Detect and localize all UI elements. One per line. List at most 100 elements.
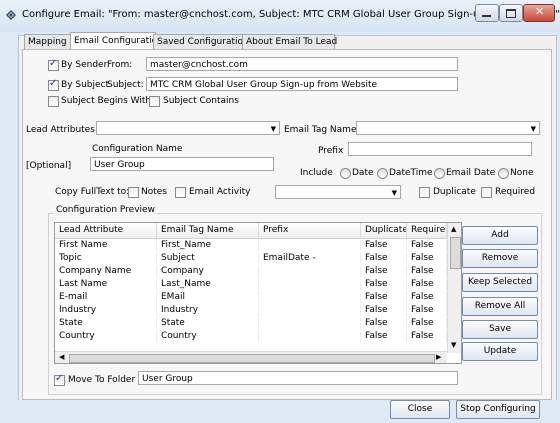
move-to-folder-field[interactable]: User Group xyxy=(138,371,458,385)
vertical-scrollbar[interactable]: ▲ ▼ xyxy=(447,223,461,353)
include-email-date-label: Email Date xyxy=(446,168,496,178)
table-cell xyxy=(259,318,361,329)
minimize-icon xyxy=(482,15,491,17)
table-row[interactable]: Topic Subject EmailDate - False False xyxy=(55,253,447,264)
maximize-button[interactable] xyxy=(499,4,523,22)
duplicate-checkbox[interactable] xyxy=(419,187,430,198)
email-activity-checkbox[interactable] xyxy=(175,187,186,198)
update-button[interactable]: Update xyxy=(462,342,538,361)
table-cell: False xyxy=(407,331,447,342)
remove-button[interactable]: Remove xyxy=(462,249,538,268)
scroll-down-icon[interactable]: ▼ xyxy=(451,341,456,349)
table-row[interactable]: Country Country False False xyxy=(55,331,447,342)
table-row[interactable]: State State False False xyxy=(55,318,447,329)
table-row[interactable]: First Name First_Name False False xyxy=(55,240,447,251)
subject-contains-checkbox[interactable] xyxy=(149,96,160,107)
by-sender-label: By Sender xyxy=(61,60,108,70)
from-label: From: xyxy=(107,60,133,70)
tab-about-email-to-lead[interactable]: About Email To Lead xyxy=(242,34,337,49)
table-cell: EmailDate - xyxy=(259,253,361,264)
add-button[interactable]: Add xyxy=(462,226,538,245)
table-cell: False xyxy=(361,266,407,277)
include-email-date-radio[interactable] xyxy=(434,168,445,179)
grid-header: Lead Attribute Email Tag Name Prefix Dup… xyxy=(55,223,447,239)
table-cell: False xyxy=(407,292,447,303)
notes-checkbox[interactable] xyxy=(128,187,139,198)
table-cell: Industry xyxy=(55,305,157,316)
lead-attributes-label: Lead Attributes xyxy=(26,125,95,135)
subject-begins-with-checkbox[interactable] xyxy=(48,96,59,107)
table-row[interactable]: Last Name Last_Name False False xyxy=(55,279,447,290)
hscroll-thumb[interactable] xyxy=(69,354,435,363)
copy-fulltext-combo[interactable]: ▼ xyxy=(275,185,401,199)
table-cell: False xyxy=(361,318,407,329)
keep-selected-button[interactable]: Keep Selected xyxy=(462,273,538,292)
scroll-thumb[interactable] xyxy=(450,237,461,269)
scroll-left-icon[interactable]: ◀ xyxy=(59,353,64,361)
include-datetime-radio[interactable] xyxy=(377,168,388,179)
table-cell: False xyxy=(407,318,447,329)
table-cell: Subject xyxy=(157,253,259,264)
table-cell xyxy=(259,266,361,277)
prefix-field[interactable] xyxy=(348,142,532,156)
table-cell: Industry xyxy=(157,305,259,316)
table-cell: False xyxy=(361,292,407,303)
table-cell: Last Name xyxy=(55,279,157,290)
move-to-folder-checkbox[interactable] xyxy=(54,373,65,386)
move-to-folder-label: Move To Folder xyxy=(68,375,136,385)
scroll-right-icon[interactable]: ▶ xyxy=(436,353,441,361)
table-cell: False xyxy=(407,240,447,251)
include-date-radio[interactable] xyxy=(340,168,351,179)
by-sender-checkbox[interactable] xyxy=(48,58,59,71)
column-header-lead-attribute[interactable]: Lead Attribute xyxy=(55,223,157,238)
table-cell: False xyxy=(361,253,407,264)
column-header-duplicate[interactable]: Duplicate xyxy=(361,223,407,238)
optional-label: [Optional] xyxy=(26,161,72,171)
configuration-preview-grid[interactable]: Lead Attribute Email Tag Name Prefix Dup… xyxy=(54,222,462,364)
column-header-prefix[interactable]: Prefix xyxy=(259,223,361,238)
include-datetime-label: DateTime xyxy=(389,168,433,178)
minimize-button[interactable] xyxy=(475,4,499,22)
table-cell: Company xyxy=(157,266,259,277)
close-window-button[interactable]: ✕ xyxy=(523,4,555,22)
table-cell: First Name xyxy=(55,240,157,251)
table-cell xyxy=(259,240,361,251)
table-cell: False xyxy=(361,279,407,290)
lead-attributes-combo[interactable]: ▼ xyxy=(96,121,280,135)
configuration-name-field[interactable]: User Group xyxy=(90,157,274,171)
table-cell: Last_Name xyxy=(157,279,259,290)
table-row[interactable]: E-mail EMail False False xyxy=(55,292,447,303)
table-cell: Company Name xyxy=(55,266,157,277)
table-row[interactable]: Company Name Company False False xyxy=(55,266,447,277)
scroll-up-icon[interactable]: ▲ xyxy=(451,225,456,233)
required-checkbox[interactable] xyxy=(481,187,492,198)
close-button[interactable]: Close xyxy=(390,400,450,419)
table-cell: False xyxy=(407,279,447,290)
remove-all-button[interactable]: Remove All xyxy=(462,297,538,316)
subject-field[interactable]: MTC CRM Global User Group Sign-up from W… xyxy=(146,77,458,91)
stop-configuring-button[interactable]: Stop Configuring xyxy=(456,400,540,419)
include-none-radio[interactable] xyxy=(498,168,509,179)
maximize-icon xyxy=(506,9,516,18)
table-cell xyxy=(259,292,361,303)
title-bar: Configure Email: "From: master@cnchost.c… xyxy=(0,0,560,32)
from-field[interactable]: master@cnchost.com xyxy=(146,57,458,71)
tab-mapping[interactable]: Mapping xyxy=(24,34,72,49)
column-header-email-tag-name[interactable]: Email Tag Name xyxy=(157,223,259,238)
configuration-preview-label: Configuration Preview xyxy=(54,205,157,215)
tab-email-configuration[interactable]: Email Configuration xyxy=(70,32,163,50)
by-subject-checkbox[interactable] xyxy=(48,78,59,91)
table-row[interactable]: Industry Industry False False xyxy=(55,305,447,316)
save-button[interactable]: Save xyxy=(462,320,538,339)
tab-saved-configurations[interactable]: Saved Configurations xyxy=(153,34,253,49)
horizontal-scrollbar[interactable]: ◀ ▶ xyxy=(55,351,447,363)
table-cell: False xyxy=(407,253,447,264)
required-label: Required xyxy=(495,187,536,197)
column-header-required[interactable]: Requirec xyxy=(407,223,447,238)
include-label: Include xyxy=(300,168,333,178)
subject-label: Subject: xyxy=(107,80,144,90)
chevron-down-icon: ▼ xyxy=(391,189,397,197)
email-tag-names-combo[interactable]: ▼ xyxy=(356,121,540,135)
table-cell: Topic xyxy=(55,253,157,264)
subject-begins-with-label: Subject Begins With xyxy=(61,96,152,106)
